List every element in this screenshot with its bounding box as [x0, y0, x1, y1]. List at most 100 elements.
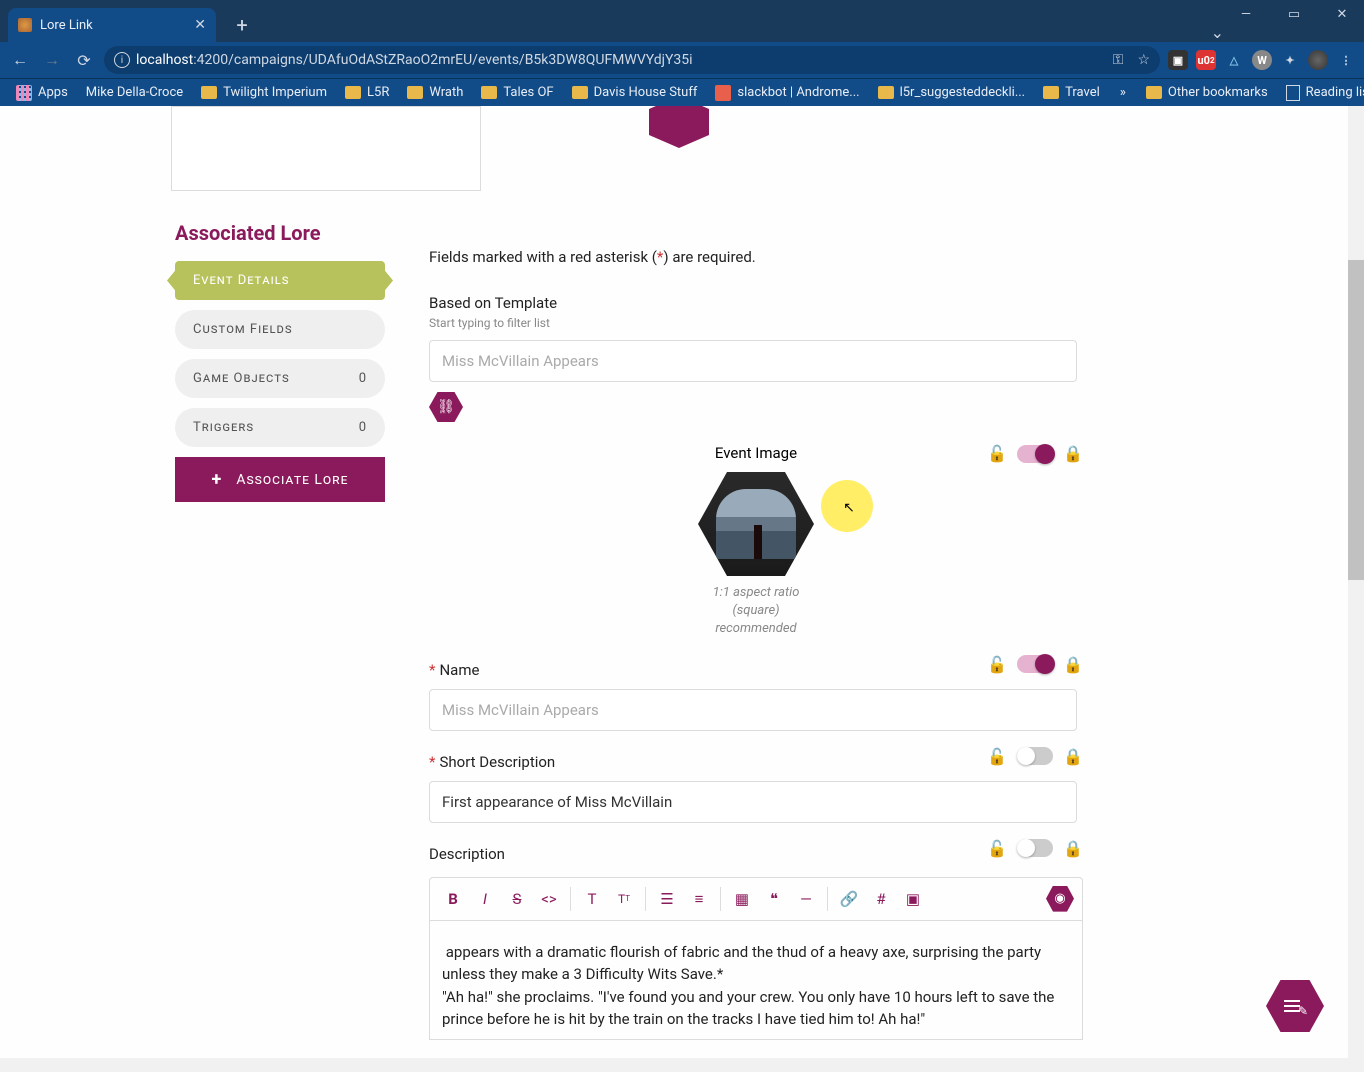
bookmark-item[interactable]: slackbot | Androme...	[707, 83, 867, 103]
image-hint: 1:1 aspect ratio(square)recommended	[429, 584, 1083, 639]
unlock-icon[interactable]: 🔓	[987, 747, 1007, 766]
hash-button[interactable]: #	[866, 884, 896, 914]
page-viewport: Associated Lore Event Details Custom Fie…	[0, 106, 1348, 1058]
associate-lore-button[interactable]: +Associate Lore	[175, 457, 385, 502]
strike-button[interactable]: S	[502, 884, 532, 914]
sidebar-tab-triggers[interactable]: Triggers0	[175, 408, 385, 447]
folder-icon	[878, 86, 894, 99]
sidebar-tab-details[interactable]: Event Details	[175, 261, 385, 300]
folder-icon	[1043, 86, 1059, 99]
ol-button[interactable]: ≡	[684, 884, 714, 914]
lock-toggle[interactable]	[1017, 747, 1053, 765]
extension-w-icon[interactable]: W	[1252, 50, 1272, 70]
name-input[interactable]: Miss McVillain Appears	[429, 689, 1077, 731]
maximize-button[interactable]: ▭	[1280, 4, 1308, 24]
new-tab-button[interactable]: +	[228, 11, 256, 39]
table-button[interactable]: ▦	[727, 884, 757, 914]
plus-icon: +	[212, 469, 223, 490]
lock-icon[interactable]: 🔒	[1063, 655, 1083, 674]
event-image-block: 🔓 🔒 Event Image 1:1 aspect ratio(square)…	[429, 444, 1083, 639]
tab-close-button[interactable]: ✕	[194, 17, 206, 33]
bookmarks-bar: Apps Mike Della-Croce Twilight Imperium …	[0, 78, 1364, 106]
code-button[interactable]: <>	[534, 884, 564, 914]
reload-button[interactable]: ⟳	[72, 51, 96, 70]
main-form: Fields marked with a red asterisk (*) ar…	[429, 106, 1083, 1040]
name-label: *Name	[429, 661, 1083, 679]
folder-icon	[481, 86, 497, 99]
bookmark-item[interactable]: Twilight Imperium	[193, 83, 335, 102]
list-icon	[1286, 85, 1300, 101]
lock-toggle[interactable]	[1017, 839, 1053, 857]
lock-toggle[interactable]	[1017, 445, 1053, 463]
address-row: ← → ⟳ i localhost:4200/campaigns/UDAfuOd…	[0, 42, 1364, 78]
extension-icon[interactable]: ▣	[1168, 50, 1188, 70]
italic-button[interactable]: I	[470, 884, 500, 914]
sidebar-tab-objects[interactable]: Game Objects0	[175, 359, 385, 398]
short-desc-block: 🔓 🔒 *Short Description First appearance …	[429, 753, 1083, 823]
event-image-upload[interactable]	[698, 472, 814, 576]
unlock-icon[interactable]: 🔓	[987, 655, 1007, 674]
horizontal-scrollbar[interactable]	[0, 1058, 1364, 1072]
preview-button[interactable]: ◉	[1046, 886, 1074, 912]
vertical-scrollbar[interactable]	[1348, 106, 1364, 1058]
template-label: Based on Template	[429, 294, 1083, 312]
browser-tab[interactable]: Lore Link ✕	[8, 8, 216, 42]
extensions-button[interactable]: ✦	[1280, 50, 1300, 70]
extension-triangle-icon[interactable]: △	[1224, 50, 1244, 70]
bookmarks-overflow[interactable]: »	[1110, 85, 1136, 100]
ul-button[interactable]: ☰	[652, 884, 682, 914]
unlink-button[interactable]: ⛓︎	[429, 392, 463, 422]
lock-icon[interactable]: 🔒	[1063, 747, 1083, 766]
bookmark-item[interactable]: Tales OF	[473, 83, 561, 102]
quote-button[interactable]: ❝	[759, 884, 789, 914]
hr-button[interactable]: —	[791, 884, 821, 914]
lock-icon[interactable]: 🔒	[1063, 444, 1083, 463]
bookmark-item[interactable]: Davis House Stuff	[564, 83, 706, 102]
text-large-button[interactable]: TT	[609, 884, 639, 914]
link-button[interactable]: 🔗	[834, 884, 864, 914]
key-icon[interactable]: ⚿	[1113, 52, 1124, 68]
desc-label: Description	[429, 845, 1083, 863]
bookmark-item[interactable]: Wrath	[399, 83, 471, 102]
ublock-icon[interactable]: u02	[1196, 50, 1216, 70]
event-image-label: Event Image	[429, 444, 1083, 462]
apps-button[interactable]: Apps	[8, 83, 76, 103]
desc-textarea[interactable]: appears with a dramatic flourish of fabr…	[429, 921, 1083, 1040]
folder-icon	[201, 86, 217, 99]
chrome-menu-button[interactable]: ⋮	[1336, 50, 1356, 70]
cursor-highlight: ↖	[821, 480, 873, 532]
bold-button[interactable]: B	[438, 884, 468, 914]
site-info-icon[interactable]: i	[114, 52, 130, 68]
address-bar[interactable]: i localhost:4200/campaigns/UDAfuOdAStZRa…	[104, 46, 1160, 74]
other-bookmarks[interactable]: Other bookmarks	[1138, 83, 1276, 102]
close-window-button[interactable]: ✕	[1328, 4, 1356, 24]
short-desc-input[interactable]: First appearance of Miss McVillain	[429, 781, 1077, 823]
browser-chrome: — ▭ ✕ Lore Link ✕ + ⌄ ← → ⟳ i localhost:…	[0, 0, 1364, 106]
template-hint: Start typing to filter list	[429, 316, 1083, 330]
chevron-down-icon[interactable]: ⌄	[1211, 23, 1224, 42]
scrollbar-thumb[interactable]	[1348, 260, 1364, 580]
image-button[interactable]: ▣	[898, 884, 928, 914]
sidebar-tab-custom[interactable]: Custom Fields	[175, 310, 385, 349]
reading-list[interactable]: Reading list	[1278, 83, 1364, 103]
folder-icon	[407, 86, 423, 99]
bookmark-item[interactable]: Mike Della-Croce	[78, 83, 191, 102]
profile-avatar[interactable]	[1308, 50, 1328, 70]
sidebar-title: Associated Lore	[175, 221, 385, 245]
template-input[interactable]: Miss McVillain Appears	[429, 340, 1077, 382]
unlock-icon[interactable]: 🔓	[987, 444, 1007, 463]
back-button[interactable]: ←	[8, 50, 32, 70]
text-small-button[interactable]: T	[577, 884, 607, 914]
count-badge: 0	[359, 371, 367, 386]
sidebar: Associated Lore Event Details Custom Fie…	[175, 106, 385, 1040]
minimize-button[interactable]: —	[1232, 4, 1260, 24]
tab-title: Lore Link	[40, 18, 93, 33]
bookmark-item[interactable]: l5r_suggesteddeckli...	[870, 83, 1034, 102]
star-icon[interactable]: ☆	[1137, 52, 1150, 68]
bookmark-item[interactable]: Travel	[1035, 83, 1108, 102]
unlock-icon[interactable]: 🔓	[987, 839, 1007, 858]
lock-icon[interactable]: 🔒	[1063, 839, 1083, 858]
rte-toolbar: B I S <> T TT ☰ ≡ ▦ ❝ — 🔗 #	[429, 877, 1083, 921]
bookmark-item[interactable]: L5R	[337, 83, 397, 102]
lock-toggle[interactable]	[1017, 655, 1053, 673]
